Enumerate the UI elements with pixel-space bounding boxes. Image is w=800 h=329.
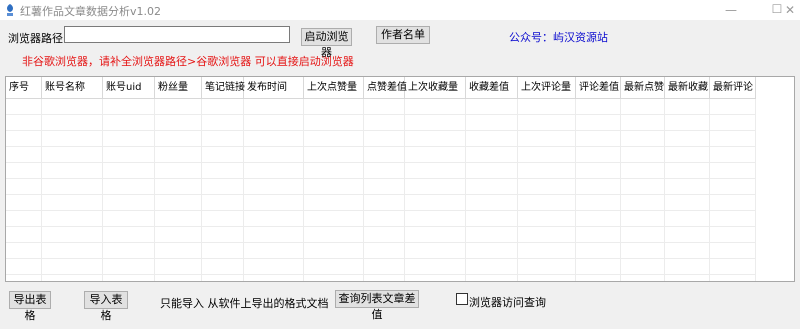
app-icon (7, 4, 13, 16)
browser-warning-text: 非谷歌浏览器，请补全浏览器路径>谷歌浏览器 可以直接启动浏览器 (22, 55, 354, 68)
column-gridlines (6, 99, 794, 281)
column-header-account-name[interactable]: 账号名称 (42, 77, 103, 99)
column-header-note-link[interactable]: 笔记链接 (202, 77, 245, 99)
wechat-account-label: 公众号：屿汉资源站 (509, 31, 608, 44)
browser-access-label[interactable]: 浏览器访问查询 (469, 294, 546, 310)
main-panel: 浏览器路径： 启动浏览器 作者名单 公众号：屿汉资源站 非谷歌浏览器，请补全浏览… (0, 20, 800, 329)
column-header-last-likes[interactable]: 上次点赞量 (304, 77, 364, 99)
column-header-latest-comments[interactable]: 最新评论 (710, 77, 756, 99)
import-note-text: 只能导入 从软件上导出的格式文档 (160, 297, 329, 310)
import-table-button[interactable]: 导入表格 (84, 291, 128, 322)
column-header-favorites-diff[interactable]: 收藏差值 (466, 77, 518, 99)
export-table-button[interactable]: 导出表格 (9, 291, 51, 322)
column-header-latest-likes[interactable]: 最新点赞 (621, 77, 665, 99)
column-header-likes-diff[interactable]: 点赞差值 (364, 77, 407, 99)
browser-access-checkbox[interactable] (456, 293, 468, 305)
window-title: 红薯作品文章数据分析v1.02 (20, 5, 162, 18)
column-header-followers[interactable]: 粉丝量 (155, 77, 202, 99)
column-header-last-comments[interactable]: 上次评论量 (518, 77, 576, 99)
column-header-last-favorites[interactable]: 上次收藏量 (405, 77, 466, 99)
column-header-publish-time[interactable]: 发布时间 (244, 77, 304, 99)
minimize-button[interactable]: — (708, 0, 754, 20)
close-button[interactable]: ✕ (780, 0, 800, 20)
column-header-account-uid[interactable]: 账号uid (103, 77, 155, 99)
author-list-button[interactable]: 作者名单 (376, 26, 430, 44)
launch-browser-button[interactable]: 启动浏览器 (301, 28, 352, 59)
query-diff-button[interactable]: 查询列表文章差值 (335, 290, 419, 321)
column-header-comments-diff[interactable]: 评论差值 (576, 77, 621, 99)
browser-path-input[interactable] (64, 26, 290, 43)
data-table[interactable]: 序号 账号名称 账号uid 粉丝量 笔记链接 发布时间 上次点赞量 点赞差值 上… (5, 76, 795, 282)
column-header-index[interactable]: 序号 (6, 77, 42, 99)
column-header-latest-favorites[interactable]: 最新收藏 (665, 77, 710, 99)
title-bar: 红薯作品文章数据分析v1.02 — ☐ ✕ (0, 0, 800, 20)
table-header: 序号 账号名称 账号uid 粉丝量 笔记链接 发布时间 上次点赞量 点赞差值 上… (6, 77, 794, 99)
